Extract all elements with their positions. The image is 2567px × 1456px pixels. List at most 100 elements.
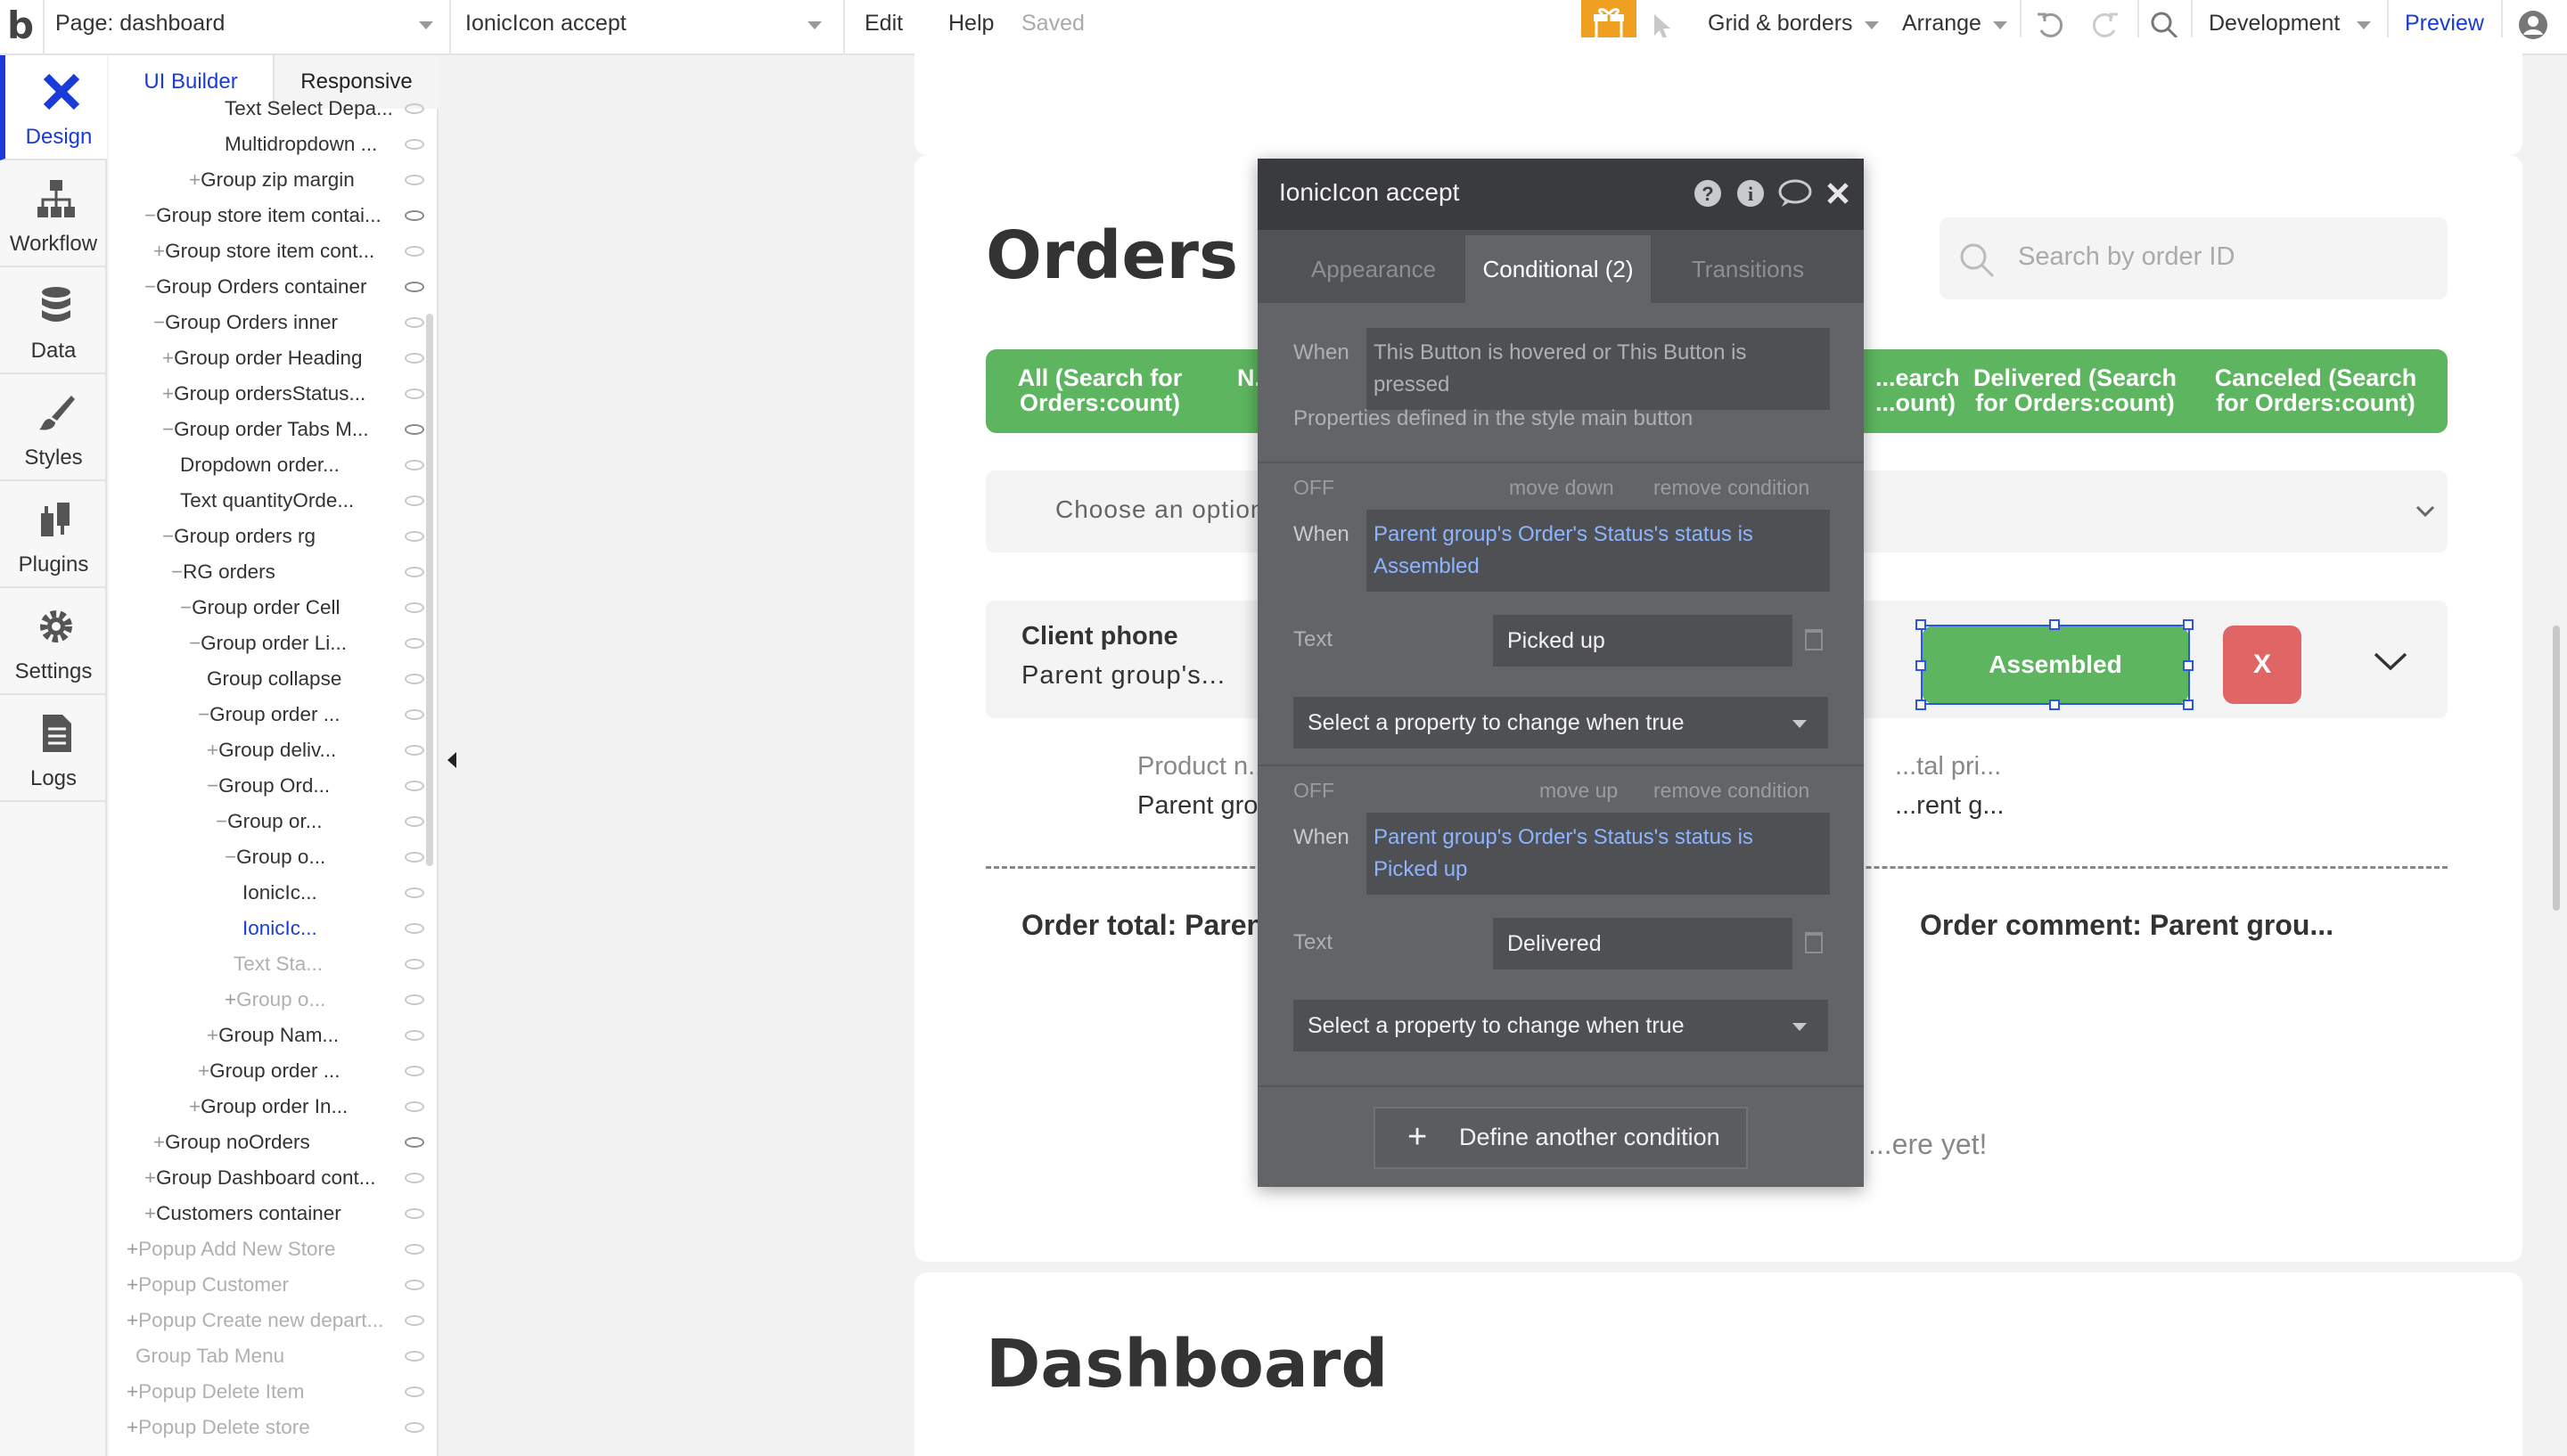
tree-item[interactable]: Group collapse bbox=[207, 661, 341, 697]
collapse-icon[interactable]: − bbox=[153, 311, 165, 333]
tab-appearance[interactable]: Appearance bbox=[1284, 235, 1463, 303]
tree-item[interactable]: +Group order ... bbox=[198, 1053, 340, 1089]
canvas-scrollbar[interactable] bbox=[2553, 626, 2560, 911]
expand-icon[interactable]: + bbox=[153, 240, 165, 262]
condition-2-remove[interactable]: remove condition bbox=[1653, 779, 1809, 803]
delete-property-icon[interactable] bbox=[1805, 932, 1823, 953]
expand-icon[interactable]: + bbox=[162, 347, 174, 369]
tree-item[interactable]: +Group zip margin bbox=[189, 162, 355, 198]
collapse-icon[interactable]: − bbox=[216, 810, 227, 832]
tree-item[interactable]: −Group orders rg bbox=[162, 519, 316, 554]
visibility-eye-icon[interactable] bbox=[405, 317, 424, 328]
tree-item[interactable]: +Group deliv... bbox=[207, 732, 336, 768]
tree-item[interactable]: −Group Orders inner bbox=[153, 305, 338, 340]
expand-icon[interactable]: + bbox=[198, 1059, 209, 1082]
undo-icon[interactable] bbox=[2034, 9, 2066, 41]
condition-1-remove[interactable]: remove condition bbox=[1653, 476, 1809, 500]
visibility-eye-icon[interactable] bbox=[405, 602, 424, 613]
visibility-eye-icon[interactable] bbox=[405, 567, 424, 577]
resize-handle[interactable] bbox=[1915, 660, 1926, 671]
nav-logs[interactable]: Logs bbox=[0, 697, 107, 802]
tree-item[interactable]: +Group order Heading bbox=[162, 340, 363, 376]
tree-item[interactable]: +Group ordersStatus... bbox=[162, 376, 365, 412]
collapse-icon[interactable]: − bbox=[225, 846, 236, 868]
tree-item[interactable]: Dropdown order... bbox=[180, 447, 340, 483]
tab-canceled-orders[interactable]: Canceled (Search for Orders:count) bbox=[2200, 365, 2432, 415]
collapse-panel-icon[interactable] bbox=[447, 752, 456, 768]
collapse-icon[interactable]: − bbox=[189, 632, 201, 654]
tree-item[interactable]: Text Sta... bbox=[234, 946, 323, 982]
collapse-icon[interactable]: − bbox=[144, 204, 156, 226]
delete-property-icon[interactable] bbox=[1805, 629, 1823, 650]
tree-item[interactable]: Text Select Depa... bbox=[225, 91, 393, 127]
tree-item[interactable]: Multidropdown ... bbox=[225, 127, 377, 162]
tree-item[interactable]: −Group store item contai... bbox=[144, 198, 381, 233]
expand-icon[interactable]: + bbox=[189, 168, 201, 191]
nav-settings[interactable]: Settings bbox=[0, 590, 107, 695]
tree-item[interactable]: Text quantityOrde... bbox=[180, 483, 354, 519]
visibility-eye-icon[interactable] bbox=[405, 531, 424, 542]
tab-all-orders[interactable]: All (Search for Orders:count) bbox=[1002, 365, 1198, 415]
tree-item[interactable]: −Group order Cell bbox=[180, 590, 340, 626]
bubble-logo[interactable]: b bbox=[7, 4, 43, 48]
collapse-icon[interactable]: − bbox=[207, 774, 218, 797]
tree-item[interactable]: −Group order Li... bbox=[189, 626, 347, 661]
expand-icon[interactable]: + bbox=[127, 1273, 138, 1296]
tree-item[interactable]: +Popup Add New Store bbox=[127, 1231, 336, 1267]
tree-item[interactable]: +Group Dashboard cont... bbox=[144, 1160, 376, 1196]
tree-item[interactable]: IonicIc... bbox=[242, 911, 317, 946]
tab-transitions[interactable]: Transitions bbox=[1659, 235, 1837, 303]
expand-icon[interactable]: + bbox=[127, 1238, 138, 1260]
resize-handle[interactable] bbox=[2049, 619, 2060, 630]
nav-design[interactable]: Design bbox=[0, 55, 107, 160]
resize-handle[interactable] bbox=[2183, 619, 2194, 630]
visibility-eye-icon[interactable] bbox=[405, 1351, 424, 1362]
tree-item[interactable]: +Popup Delete store bbox=[127, 1410, 310, 1445]
nav-styles[interactable]: Styles bbox=[0, 376, 107, 481]
visibility-eye-icon[interactable] bbox=[405, 1066, 424, 1076]
condition-2-value-input[interactable]: Delivered bbox=[1493, 918, 1792, 969]
visibility-eye-icon[interactable] bbox=[405, 495, 424, 506]
condition-1-add-property-select[interactable]: Select a property to change when true bbox=[1293, 697, 1828, 748]
condition-2-off-toggle[interactable]: OFF bbox=[1293, 779, 1334, 803]
visibility-eye-icon[interactable] bbox=[405, 709, 424, 720]
tree-item[interactable]: +Customers container bbox=[144, 1196, 341, 1231]
visibility-eye-icon[interactable] bbox=[405, 1244, 424, 1255]
tree-item[interactable]: +Popup Delete Item bbox=[127, 1374, 305, 1410]
condition-2-expression[interactable]: Parent group's Order's Status's status i… bbox=[1366, 813, 1830, 895]
visibility-eye-icon[interactable] bbox=[405, 1101, 424, 1112]
expand-icon[interactable]: + bbox=[127, 1416, 138, 1438]
collapse-icon[interactable]: − bbox=[162, 418, 174, 440]
expand-icon[interactable]: + bbox=[127, 1309, 138, 1331]
visibility-eye-icon[interactable] bbox=[405, 1280, 424, 1290]
define-condition-button[interactable]: + Define another condition bbox=[1374, 1107, 1748, 1169]
tab-picked-up-orders[interactable]: ...earch ...ount) bbox=[1875, 365, 1960, 415]
tree-item[interactable]: +Group Nam... bbox=[207, 1018, 339, 1053]
tree-item[interactable]: −RG orders bbox=[171, 554, 275, 590]
nav-plugins[interactable]: Plugins bbox=[0, 483, 107, 588]
tree-item[interactable]: Group Tab Menu bbox=[135, 1338, 284, 1374]
visibility-eye-icon[interactable] bbox=[405, 175, 424, 185]
condition-2-add-property-select[interactable]: Select a property to change when true bbox=[1293, 1000, 1828, 1051]
page-selector[interactable]: Page: dashboard bbox=[55, 0, 225, 55]
visibility-eye-icon[interactable] bbox=[405, 424, 424, 435]
visibility-eye-icon[interactable] bbox=[405, 353, 424, 364]
tree-item[interactable]: +Group order In... bbox=[189, 1089, 348, 1125]
tree-item[interactable]: −Group order Tabs M... bbox=[162, 412, 369, 447]
tree-scrollbar[interactable] bbox=[426, 314, 433, 866]
expand-icon[interactable]: + bbox=[189, 1095, 201, 1117]
nav-workflow[interactable]: Workflow bbox=[0, 162, 107, 267]
visibility-eye-icon[interactable] bbox=[405, 923, 424, 934]
property-editor-header[interactable]: IonicIcon accept ? i bbox=[1258, 159, 1864, 230]
tree-item[interactable]: −Group o... bbox=[225, 839, 325, 875]
visibility-eye-icon[interactable] bbox=[405, 674, 424, 684]
visibility-eye-icon[interactable] bbox=[405, 389, 424, 399]
tree-item[interactable]: −Group Ord... bbox=[207, 768, 330, 804]
expand-icon[interactable]: + bbox=[207, 1024, 218, 1046]
chevron-down-icon[interactable] bbox=[2373, 650, 2408, 672]
expand-icon[interactable]: + bbox=[153, 1131, 165, 1153]
info-icon[interactable]: i bbox=[1735, 178, 1766, 209]
nav-data[interactable]: Data bbox=[0, 269, 107, 374]
expand-icon[interactable]: + bbox=[207, 739, 218, 761]
condition-1-off-toggle[interactable]: OFF bbox=[1293, 476, 1334, 500]
